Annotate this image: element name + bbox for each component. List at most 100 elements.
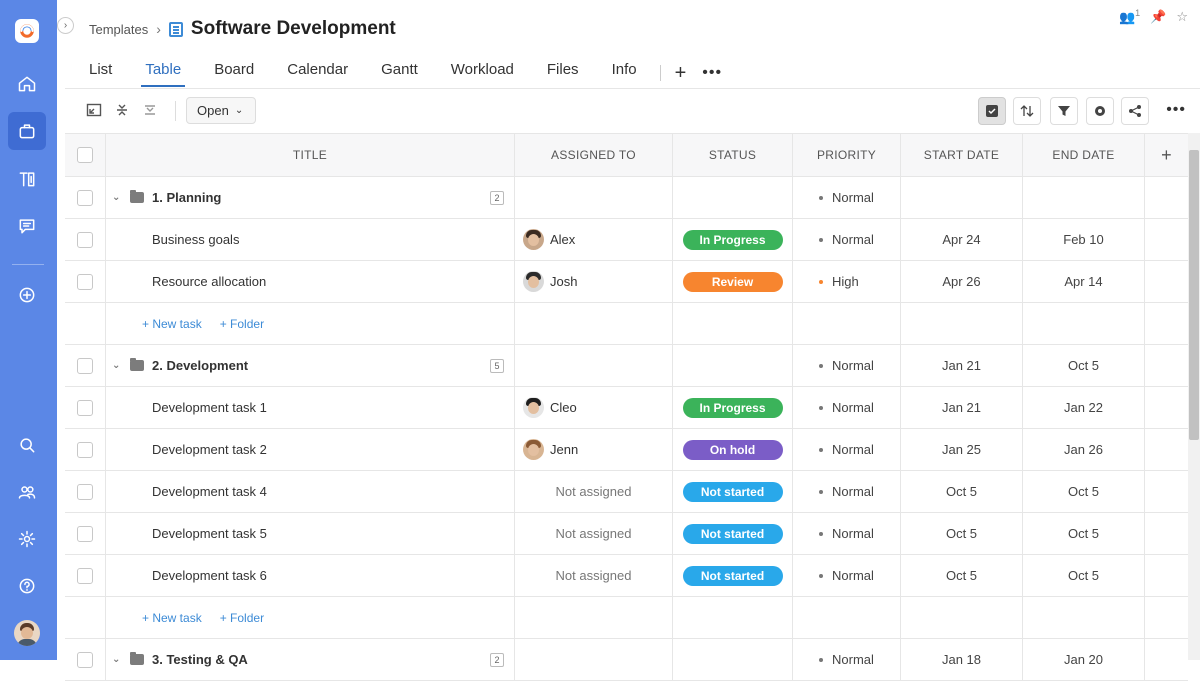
assignee-cell[interactable]: Jenn: [515, 429, 673, 470]
priority-cell[interactable]: Normal: [793, 177, 901, 218]
collapse-sidebar-button[interactable]: ›: [57, 17, 74, 34]
task-title[interactable]: Development task 2: [106, 429, 515, 470]
gear-icon[interactable]: [8, 520, 46, 558]
more-options-icon[interactable]: •••: [1166, 101, 1186, 119]
status-badge[interactable]: Not started: [682, 565, 783, 586]
assignee-cell[interactable]: Alex: [515, 219, 673, 260]
end-date[interactable]: Jan 26: [1023, 429, 1145, 470]
status-badge[interactable]: Review: [682, 271, 783, 292]
task-checkbox[interactable]: [77, 441, 93, 458]
task-title[interactable]: Development task 1: [106, 387, 515, 428]
task-checkbox[interactable]: [77, 525, 93, 542]
task-title[interactable]: Resource allocation: [106, 261, 515, 302]
user-avatar[interactable]: [14, 620, 40, 646]
templates-icon[interactable]: [8, 160, 46, 198]
assignee-cell[interactable]: Josh: [515, 261, 673, 302]
assignee-cell[interactable]: [515, 177, 673, 218]
plus-circle-icon[interactable]: [8, 276, 46, 314]
assignee-cell[interactable]: [515, 345, 673, 386]
start-date[interactable]: Oct 5: [901, 471, 1023, 512]
chat-icon[interactable]: [8, 207, 46, 245]
priority-cell[interactable]: Normal: [793, 345, 901, 386]
end-date[interactable]: Jan 22: [1023, 387, 1145, 428]
tab-info[interactable]: Info: [612, 58, 637, 88]
task-checkbox[interactable]: [77, 273, 93, 290]
end-date[interactable]: Oct 5: [1023, 345, 1145, 386]
tab-board[interactable]: Board: [214, 58, 254, 88]
search-icon[interactable]: [8, 426, 46, 464]
group-title[interactable]: ⌄ 2. Development: [106, 358, 248, 373]
start-date[interactable]: Jan 25: [901, 429, 1023, 470]
task-title[interactable]: Development task 6: [106, 555, 515, 596]
status-badge[interactable]: In Progress: [682, 229, 783, 250]
priority-cell[interactable]: Normal: [793, 219, 901, 260]
collapse-all-icon[interactable]: [113, 102, 131, 120]
end-date[interactable]: Oct 5: [1023, 471, 1145, 512]
header-end-date[interactable]: END DATE: [1023, 134, 1145, 176]
priority-cell[interactable]: Normal: [793, 555, 901, 596]
start-date[interactable]: Apr 26: [901, 261, 1023, 302]
start-date[interactable]: [901, 177, 1023, 218]
end-date[interactable]: [1023, 177, 1145, 218]
assignee-cell[interactable]: Cleo: [515, 387, 673, 428]
task-title[interactable]: Development task 5: [106, 513, 515, 554]
new-folder-link[interactable]: + Folder: [220, 317, 264, 331]
star-icon[interactable]: ☆: [1176, 9, 1188, 25]
status-cell[interactable]: Review: [673, 261, 793, 302]
header-assigned[interactable]: ASSIGNED TO: [515, 134, 673, 176]
status-badge[interactable]: Not started: [682, 481, 783, 502]
share-button[interactable]: [1121, 97, 1149, 125]
start-date[interactable]: Oct 5: [901, 555, 1023, 596]
task-checkbox[interactable]: [77, 231, 93, 248]
start-date[interactable]: Apr 24: [901, 219, 1023, 260]
priority-cell[interactable]: High: [793, 261, 901, 302]
group-title-cell[interactable]: ⌄ 1. Planning 2: [106, 177, 515, 218]
expand-all-icon[interactable]: [141, 102, 159, 120]
group-title[interactable]: ⌄ 1. Planning: [106, 190, 221, 205]
new-folder-link[interactable]: + Folder: [220, 611, 264, 625]
status-cell[interactable]: In Progress: [673, 219, 793, 260]
header-priority[interactable]: PRIORITY: [793, 134, 901, 176]
more-tabs-icon[interactable]: •••: [702, 63, 722, 83]
header-title[interactable]: TITLE: [106, 134, 515, 176]
status-badge[interactable]: In Progress: [682, 397, 783, 418]
status-filter-select[interactable]: Open ⌄: [186, 97, 256, 124]
status-cell[interactable]: On hold: [673, 429, 793, 470]
scrollbar-thumb[interactable]: [1189, 150, 1199, 440]
header-status[interactable]: STATUS: [673, 134, 793, 176]
status-badge[interactable]: On hold: [682, 439, 783, 460]
status-cell[interactable]: Not started: [673, 471, 793, 512]
status-cell[interactable]: [673, 177, 793, 218]
tab-gantt[interactable]: Gantt: [381, 58, 418, 88]
group-checkbox[interactable]: [77, 189, 93, 206]
users-icon[interactable]: [8, 473, 46, 511]
group-title-cell[interactable]: ⌄ 2. Development 5: [106, 345, 515, 386]
new-task-link[interactable]: + New task: [142, 611, 202, 625]
new-task-link[interactable]: + New task: [142, 317, 202, 331]
end-date[interactable]: Oct 5: [1023, 555, 1145, 596]
end-date[interactable]: Oct 5: [1023, 513, 1145, 554]
settings-button[interactable]: [1086, 97, 1114, 125]
tab-files[interactable]: Files: [547, 58, 579, 88]
start-date[interactable]: Jan 21: [901, 345, 1023, 386]
priority-cell[interactable]: Normal: [793, 387, 901, 428]
task-checkbox[interactable]: [77, 399, 93, 416]
status-cell[interactable]: [673, 345, 793, 386]
task-checkbox[interactable]: [77, 483, 93, 500]
tab-workload[interactable]: Workload: [451, 58, 514, 88]
briefcase-icon[interactable]: [8, 112, 46, 150]
home-icon[interactable]: [8, 65, 46, 103]
add-view-button[interactable]: +: [675, 61, 687, 85]
assignee-cell[interactable]: Not assigned: [515, 471, 673, 512]
status-cell[interactable]: In Progress: [673, 387, 793, 428]
select-mode-button[interactable]: [978, 97, 1006, 125]
tab-list[interactable]: List: [89, 58, 112, 88]
end-date[interactable]: Feb 10: [1023, 219, 1145, 260]
pin-icon[interactable]: 📌: [1150, 9, 1166, 25]
help-icon[interactable]: [8, 567, 46, 605]
chevron-down-icon[interactable]: ⌄: [112, 192, 130, 203]
add-column-button[interactable]: +: [1145, 134, 1188, 176]
tab-calendar[interactable]: Calendar: [287, 58, 348, 88]
end-date[interactable]: Apr 14: [1023, 261, 1145, 302]
priority-cell[interactable]: Normal: [793, 429, 901, 470]
